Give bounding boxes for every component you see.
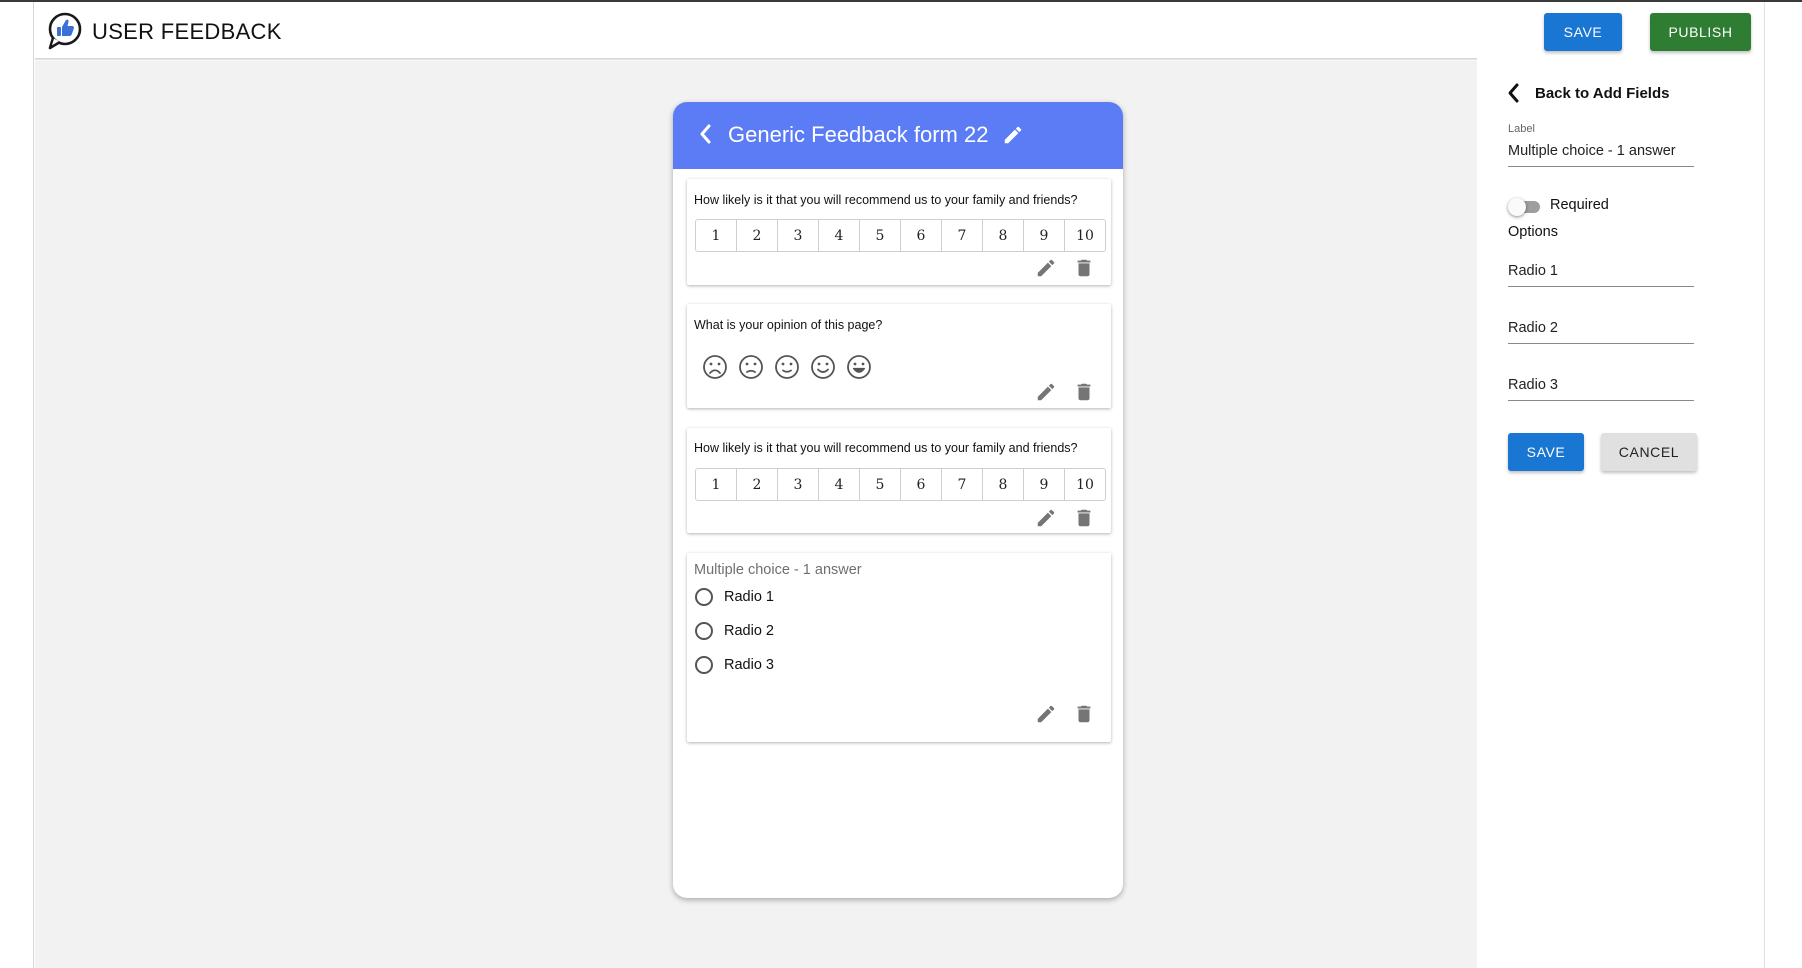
question-actions	[1035, 381, 1095, 403]
option-field[interactable]: Radio 2	[1508, 316, 1694, 344]
trash-icon[interactable]	[1073, 381, 1095, 403]
thumbs-up-chat-icon	[48, 12, 82, 50]
question-card-multiple-choice[interactable]: Multiple choice - 1 answer Radio 1 Radio…	[687, 553, 1111, 742]
question-actions	[1035, 257, 1095, 279]
question-card-nps[interactable]: How likely is it that you will recommend…	[687, 179, 1111, 285]
cancel-button[interactable]: CANCEL	[1601, 433, 1697, 471]
app-title: USER FEEDBACK	[92, 19, 282, 44]
panel-save-button[interactable]: SAVE	[1508, 433, 1584, 471]
radio-button[interactable]	[695, 656, 713, 674]
right-gutter	[1764, 2, 1802, 968]
radio-option[interactable]: Radio 2	[695, 620, 774, 642]
question-card-smiley[interactable]: What is your opinion of this page?	[687, 304, 1111, 408]
question-actions	[1035, 703, 1095, 725]
question-label: Multiple choice - 1 answer	[694, 562, 862, 578]
left-gutter	[0, 2, 34, 968]
option-field[interactable]: Radio 1	[1508, 259, 1694, 287]
pencil-icon[interactable]	[1035, 507, 1057, 529]
sad-face-icon[interactable]	[737, 353, 765, 381]
scale-option[interactable]: 8	[982, 469, 1023, 500]
back-link-label: Back to Add Fields	[1535, 84, 1670, 102]
trash-icon[interactable]	[1073, 257, 1095, 279]
pencil-icon[interactable]	[1035, 257, 1057, 279]
radio-button[interactable]	[695, 588, 713, 606]
scale-option[interactable]: 4	[818, 469, 859, 500]
scale-option[interactable]: 6	[900, 469, 941, 500]
neutral-face-icon[interactable]	[773, 353, 801, 381]
toggle-knob	[1508, 198, 1526, 216]
radio-button[interactable]	[695, 622, 713, 640]
form-title: Generic Feedback form 22	[728, 122, 989, 147]
very-happy-face-icon[interactable]	[845, 353, 873, 381]
scale-option[interactable]: 4	[818, 220, 859, 251]
pencil-icon[interactable]	[1035, 703, 1057, 725]
form-canvas: Generic Feedback form 22 How likely is i…	[35, 61, 1477, 968]
radio-label: Radio 3	[724, 657, 774, 673]
scale-option[interactable]: 7	[941, 469, 982, 500]
scale-option[interactable]: 3	[777, 220, 818, 251]
required-label: Required	[1550, 197, 1609, 213]
scale-option[interactable]: 1	[696, 469, 736, 500]
question-actions	[1035, 507, 1095, 529]
scale-option[interactable]: 7	[941, 220, 982, 251]
happy-face-icon[interactable]	[809, 353, 837, 381]
scale-option[interactable]: 1	[696, 220, 736, 251]
question-card-nps[interactable]: How likely is it that you will recommend…	[687, 428, 1111, 533]
pencil-icon[interactable]	[1035, 381, 1057, 403]
required-toggle[interactable]	[1508, 198, 1542, 216]
scale-option[interactable]: 5	[859, 469, 900, 500]
chevron-left-icon[interactable]	[697, 123, 713, 145]
radio-label: Radio 2	[724, 623, 774, 639]
scale-option[interactable]: 9	[1023, 220, 1064, 251]
radio-label: Radio 1	[724, 589, 774, 605]
rating-scale: 1 2 3 4 5 6 7 8 9 10	[695, 219, 1106, 252]
publish-button[interactable]: PUBLISH	[1650, 13, 1751, 51]
scale-option[interactable]: 6	[900, 220, 941, 251]
question-text: How likely is it that you will recommend…	[694, 193, 1078, 207]
question-text: What is your opinion of this page?	[694, 318, 883, 332]
question-text: How likely is it that you will recommend…	[694, 441, 1078, 455]
trash-icon[interactable]	[1073, 703, 1095, 725]
trash-icon[interactable]	[1073, 507, 1095, 529]
field-settings-panel: Back to Add Fields Label Multiple choice…	[1478, 61, 1764, 968]
very-sad-face-icon[interactable]	[701, 353, 729, 381]
options-heading: Options	[1508, 224, 1558, 240]
back-to-add-fields-link[interactable]: Back to Add Fields	[1505, 81, 1669, 105]
scale-option[interactable]: 5	[859, 220, 900, 251]
app-header: USER FEEDBACK SAVE PUBLISH	[35, 2, 1764, 60]
form-header: Generic Feedback form 22	[673, 102, 1123, 169]
rating-scale: 1 2 3 4 5 6 7 8 9 10	[695, 468, 1106, 501]
option-field[interactable]: Radio 3	[1508, 373, 1694, 401]
scale-option[interactable]: 3	[777, 469, 818, 500]
radio-option[interactable]: Radio 1	[695, 586, 774, 608]
scale-option[interactable]: 2	[736, 220, 777, 251]
scale-option[interactable]: 10	[1064, 220, 1105, 251]
scale-option[interactable]: 8	[982, 220, 1023, 251]
header-save-button[interactable]: SAVE	[1544, 13, 1622, 51]
label-field[interactable]: Multiple choice - 1 answer	[1508, 139, 1694, 167]
scale-option[interactable]: 10	[1064, 469, 1105, 500]
scale-option[interactable]: 2	[736, 469, 777, 500]
label-field-caption: Label	[1508, 123, 1535, 135]
pencil-icon[interactable]	[1002, 124, 1024, 146]
chevron-left-icon	[1508, 83, 1519, 103]
form-preview: Generic Feedback form 22 How likely is i…	[673, 102, 1123, 898]
scale-option[interactable]: 9	[1023, 469, 1064, 500]
radio-option[interactable]: Radio 3	[695, 654, 774, 676]
